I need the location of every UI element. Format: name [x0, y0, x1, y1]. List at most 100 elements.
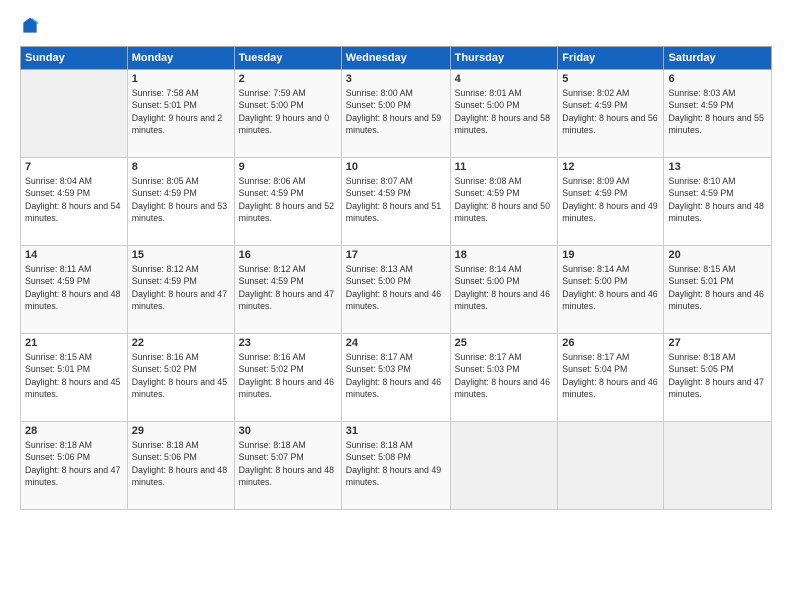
day-detail: Sunrise: 8:16 AMSunset: 5:02 PMDaylight:… — [239, 351, 337, 400]
day-number: 9 — [239, 161, 337, 173]
calendar-day-cell: 14 Sunrise: 8:11 AMSunset: 4:59 PMDayligh… — [21, 246, 128, 334]
calendar-body: 1 Sunrise: 7:58 AMSunset: 5:01 PMDaylight… — [21, 70, 772, 510]
calendar-day-cell: 8 Sunrise: 8:05 AMSunset: 4:59 PMDaylight… — [127, 158, 234, 246]
day-detail: Sunrise: 8:13 AMSunset: 5:00 PMDaylight:… — [346, 263, 446, 312]
day-detail: Sunrise: 8:18 AMSunset: 5:08 PMDaylight:… — [346, 439, 446, 488]
calendar-header-cell: Tuesday — [234, 47, 341, 70]
day-number: 12 — [562, 161, 659, 173]
day-number: 21 — [25, 337, 123, 349]
calendar-day-cell: 12 Sunrise: 8:09 AMSunset: 4:59 PMDayligh… — [558, 158, 664, 246]
day-detail: Sunrise: 8:18 AMSunset: 5:05 PMDaylight:… — [668, 351, 767, 400]
day-number: 18 — [455, 249, 554, 261]
calendar-day-cell: 4 Sunrise: 8:01 AMSunset: 5:00 PMDaylight… — [450, 70, 558, 158]
calendar-day-cell: 19 Sunrise: 8:14 AMSunset: 5:00 PMDayligh… — [558, 246, 664, 334]
day-number: 15 — [132, 249, 230, 261]
day-number: 6 — [668, 73, 767, 85]
day-detail: Sunrise: 8:01 AMSunset: 5:00 PMDaylight:… — [455, 87, 554, 136]
day-detail: Sunrise: 8:12 AMSunset: 4:59 PMDaylight:… — [132, 263, 230, 312]
calendar-day-cell: 22 Sunrise: 8:16 AMSunset: 5:02 PMDayligh… — [127, 334, 234, 422]
calendar-day-cell — [21, 70, 128, 158]
calendar-week-row: 1 Sunrise: 7:58 AMSunset: 5:01 PMDaylight… — [21, 70, 772, 158]
day-number: 20 — [668, 249, 767, 261]
day-number: 4 — [455, 73, 554, 85]
calendar-page: SundayMondayTuesdayWednesdayThursdayFrid… — [0, 0, 792, 612]
calendar-day-cell: 17 Sunrise: 8:13 AMSunset: 5:00 PMDayligh… — [341, 246, 450, 334]
calendar-day-cell: 5 Sunrise: 8:02 AMSunset: 4:59 PMDaylight… — [558, 70, 664, 158]
day-number: 8 — [132, 161, 230, 173]
calendar-day-cell — [558, 422, 664, 510]
day-number: 2 — [239, 73, 337, 85]
day-detail: Sunrise: 8:09 AMSunset: 4:59 PMDaylight:… — [562, 175, 659, 224]
calendar-week-row: 21 Sunrise: 8:15 AMSunset: 5:01 PMDayligh… — [21, 334, 772, 422]
day-detail: Sunrise: 8:15 AMSunset: 5:01 PMDaylight:… — [25, 351, 123, 400]
day-detail: Sunrise: 8:17 AMSunset: 5:04 PMDaylight:… — [562, 351, 659, 400]
calendar-day-cell: 20 Sunrise: 8:15 AMSunset: 5:01 PMDayligh… — [664, 246, 772, 334]
calendar-day-cell: 24 Sunrise: 8:17 AMSunset: 5:03 PMDayligh… — [341, 334, 450, 422]
day-number: 30 — [239, 425, 337, 437]
day-detail: Sunrise: 8:17 AMSunset: 5:03 PMDaylight:… — [346, 351, 446, 400]
day-number: 24 — [346, 337, 446, 349]
logo — [20, 16, 44, 36]
calendar-day-cell: 1 Sunrise: 7:58 AMSunset: 5:01 PMDaylight… — [127, 70, 234, 158]
day-number: 13 — [668, 161, 767, 173]
logo-icon — [20, 16, 40, 36]
day-detail: Sunrise: 7:59 AMSunset: 5:00 PMDaylight:… — [239, 87, 337, 136]
day-number: 3 — [346, 73, 446, 85]
day-detail: Sunrise: 8:03 AMSunset: 4:59 PMDaylight:… — [668, 87, 767, 136]
calendar-day-cell: 25 Sunrise: 8:17 AMSunset: 5:03 PMDayligh… — [450, 334, 558, 422]
day-detail: Sunrise: 8:11 AMSunset: 4:59 PMDaylight:… — [25, 263, 123, 312]
calendar-day-cell — [450, 422, 558, 510]
calendar-day-cell: 26Sunrise: 8:17 AMSunset: 5:04 PMDayligh… — [558, 334, 664, 422]
calendar-header-cell: Sunday — [21, 47, 128, 70]
calendar-day-cell: 7 Sunrise: 8:04 AMSunset: 4:59 PMDaylight… — [21, 158, 128, 246]
day-detail: Sunrise: 8:17 AMSunset: 5:03 PMDaylight:… — [455, 351, 554, 400]
calendar-header-cell: Wednesday — [341, 47, 450, 70]
day-number: 17 — [346, 249, 446, 261]
day-number: 27 — [668, 337, 767, 349]
day-detail: Sunrise: 8:18 AMSunset: 5:06 PMDaylight:… — [132, 439, 230, 488]
day-detail: Sunrise: 8:15 AMSunset: 5:01 PMDaylight:… — [668, 263, 767, 312]
day-detail: Sunrise: 8:00 AMSunset: 5:00 PMDaylight:… — [346, 87, 446, 136]
day-detail: Sunrise: 8:08 AMSunset: 4:59 PMDaylight:… — [455, 175, 554, 224]
day-detail: Sunrise: 8:07 AMSunset: 4:59 PMDaylight:… — [346, 175, 446, 224]
calendar-day-cell: 9Sunrise: 8:06 AMSunset: 4:59 PMDaylight… — [234, 158, 341, 246]
calendar-day-cell: 23Sunrise: 8:16 AMSunset: 5:02 PMDayligh… — [234, 334, 341, 422]
calendar-day-cell: 30 Sunrise: 8:18 AMSunset: 5:07 PMDayligh… — [234, 422, 341, 510]
day-number: 25 — [455, 337, 554, 349]
calendar-day-cell: 11 Sunrise: 8:08 AMSunset: 4:59 PMDayligh… — [450, 158, 558, 246]
day-detail: Sunrise: 8:04 AMSunset: 4:59 PMDaylight:… — [25, 175, 123, 224]
day-detail: Sunrise: 8:16 AMSunset: 5:02 PMDaylight:… — [132, 351, 230, 400]
calendar-day-cell: 10Sunrise: 8:07 AMSunset: 4:59 PMDayligh… — [341, 158, 450, 246]
day-detail: Sunrise: 8:02 AMSunset: 4:59 PMDaylight:… — [562, 87, 659, 136]
day-number: 16 — [239, 249, 337, 261]
calendar-day-cell: 3 Sunrise: 8:00 AMSunset: 5:00 PMDaylight… — [341, 70, 450, 158]
day-number: 28 — [25, 425, 123, 437]
day-number: 14 — [25, 249, 123, 261]
day-number: 11 — [455, 161, 554, 173]
calendar-day-cell: 29 Sunrise: 8:18 AMSunset: 5:06 PMDayligh… — [127, 422, 234, 510]
day-number: 31 — [346, 425, 446, 437]
calendar-day-cell: 21 Sunrise: 8:15 AMSunset: 5:01 PMDayligh… — [21, 334, 128, 422]
calendar-header-cell: Friday — [558, 47, 664, 70]
calendar-table: SundayMondayTuesdayWednesdayThursdayFrid… — [20, 46, 772, 510]
calendar-week-row: 28 Sunrise: 8:18 AMSunset: 5:06 PMDayligh… — [21, 422, 772, 510]
day-detail: Sunrise: 8:18 AMSunset: 5:07 PMDaylight:… — [239, 439, 337, 488]
day-detail: Sunrise: 8:10 AMSunset: 4:59 PMDaylight:… — [668, 175, 767, 224]
calendar-day-cell: 15 Sunrise: 8:12 AMSunset: 4:59 PMDayligh… — [127, 246, 234, 334]
day-detail: Sunrise: 8:05 AMSunset: 4:59 PMDaylight:… — [132, 175, 230, 224]
calendar-header-cell: Saturday — [664, 47, 772, 70]
calendar-week-row: 14 Sunrise: 8:11 AMSunset: 4:59 PMDayligh… — [21, 246, 772, 334]
day-detail: Sunrise: 8:14 AMSunset: 5:00 PMDaylight:… — [562, 263, 659, 312]
day-number: 7 — [25, 161, 123, 173]
day-number: 29 — [132, 425, 230, 437]
calendar-day-cell: 28Sunrise: 8:18 AMSunset: 5:06 PMDayligh… — [21, 422, 128, 510]
calendar-day-cell: 18Sunrise: 8:14 AMSunset: 5:00 PMDayligh… — [450, 246, 558, 334]
calendar-week-row: 7 Sunrise: 8:04 AMSunset: 4:59 PMDaylight… — [21, 158, 772, 246]
day-number: 1 — [132, 73, 230, 85]
calendar-day-cell: 13 Sunrise: 8:10 AMSunset: 4:59 PMDayligh… — [664, 158, 772, 246]
day-number: 5 — [562, 73, 659, 85]
day-detail: Sunrise: 7:58 AMSunset: 5:01 PMDaylight:… — [132, 87, 230, 136]
day-detail: Sunrise: 8:12 AMSunset: 4:59 PMDaylight:… — [239, 263, 337, 312]
day-number: 22 — [132, 337, 230, 349]
day-number: 19 — [562, 249, 659, 261]
